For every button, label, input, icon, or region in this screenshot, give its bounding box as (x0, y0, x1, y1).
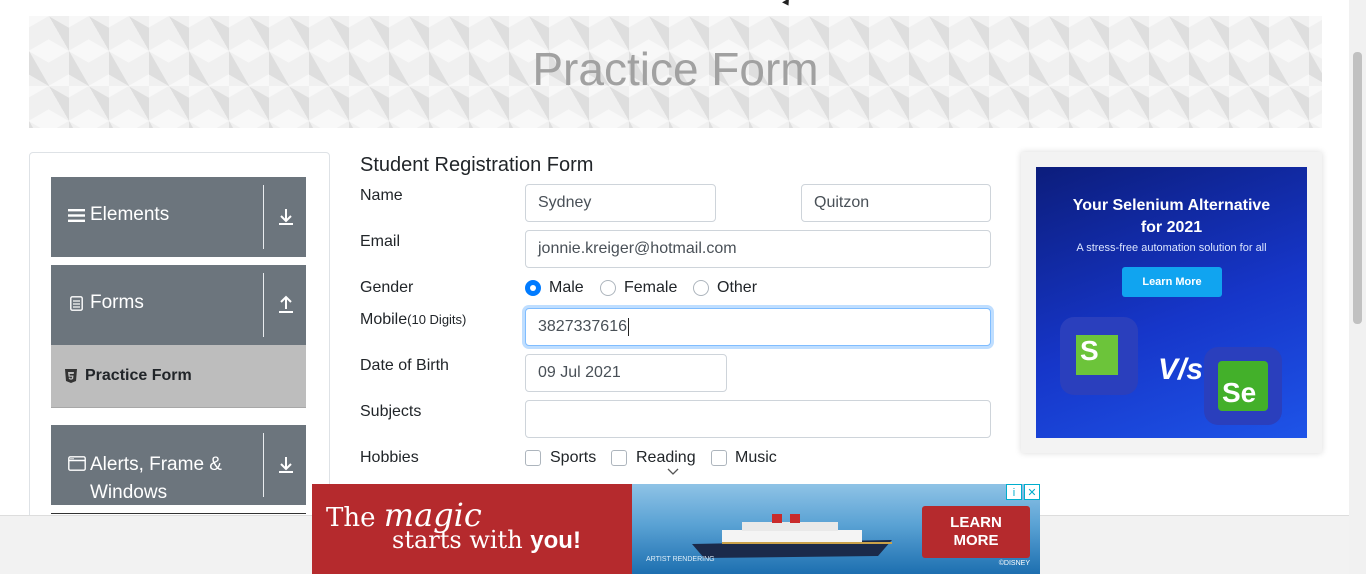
hobby-music-label[interactable]: Music (735, 449, 777, 467)
hobbies-label: Hobbies (360, 449, 419, 466)
katalon-logo: S (1060, 317, 1138, 395)
mouse-cursor-icon (782, 0, 792, 8)
gender-female-label[interactable]: Female (624, 279, 677, 297)
dob-label: Date of Birth (360, 357, 449, 374)
ad-image-panel: LEARN MORE ARTIST RENDERING ©DISNEY (632, 484, 1040, 574)
divider (263, 433, 264, 497)
info-icon[interactable]: i (1006, 484, 1022, 500)
hobby-reading-checkbox[interactable] (611, 450, 627, 466)
text-caret (627, 317, 629, 336)
page-title: Practice Form (532, 43, 819, 95)
hobby-sports-checkbox[interactable] (525, 450, 541, 466)
hamburger-icon (68, 209, 85, 222)
ad-text: starts with (392, 526, 531, 554)
learn-more-button[interactable]: LEARN MORE (922, 506, 1030, 558)
ad-text-panel: The magic starts with you! (312, 484, 632, 574)
hobby-music-checkbox[interactable] (711, 450, 727, 466)
email-label: Email (360, 233, 401, 250)
ad-copyright: ©DISNEY (998, 560, 1030, 567)
ad-text: you! (530, 527, 581, 554)
ad-headline-line: starts with you! (392, 526, 581, 555)
bottom-ad[interactable]: The magic starts with you! LEARN MORE AR… (312, 484, 1040, 574)
ad-title: Your Selenium Alternative for 2021 (1036, 195, 1307, 239)
hobby-reading-label[interactable]: Reading (636, 449, 696, 467)
ad-disclaimer: ARTIST RENDERING (646, 556, 715, 563)
subjects-input[interactable] (525, 400, 991, 438)
selenium-logo: Se (1204, 347, 1282, 425)
divider (263, 185, 264, 249)
window-icon (68, 456, 86, 471)
upload-arrow-icon[interactable] (276, 295, 296, 315)
form-title: Student Registration Form (360, 154, 594, 176)
cta-line: MORE (953, 532, 999, 549)
cruise-ship-image (692, 514, 892, 558)
sidebar-group-elements[interactable]: Elements (51, 177, 306, 257)
scrollbar-thumb[interactable] (1353, 52, 1362, 324)
email-input[interactable]: jonnie.kreiger@hotmail.com (525, 230, 991, 268)
ad-title-line: Your Selenium Alternative (1072, 197, 1271, 214)
practice-form-page: Practice Form Elements Forms Practice Fo… (0, 0, 1366, 574)
gender-male-label[interactable]: Male (549, 279, 584, 297)
gender-other-radio[interactable] (693, 280, 709, 296)
cta-line: LEARN (950, 514, 1002, 531)
page-banner: Practice Form (29, 16, 1322, 128)
last-name-input[interactable]: Quitzon (801, 184, 991, 222)
gender-female-radio[interactable] (600, 280, 616, 296)
sidebar-group-label: Elements (90, 204, 170, 225)
mobile-label-text: Mobile (360, 311, 408, 328)
name-label: Name (360, 187, 403, 204)
mobile-label: Mobile(10 Digits) (360, 311, 466, 329)
side-ad[interactable]: Your Selenium Alternative for 2021 A str… (1036, 167, 1307, 438)
gender-male-radio[interactable] (525, 280, 541, 296)
logo-letter: S (1080, 335, 1099, 366)
first-name-input[interactable]: Sydney (525, 184, 716, 222)
sidebar: Elements Forms Practice Form Alerts, Fra… (29, 152, 330, 532)
label-line: Windows (90, 482, 168, 503)
subjects-label: Subjects (360, 403, 422, 420)
ad-title-line: for 2021 (1140, 219, 1203, 236)
gender-other-label[interactable]: Other (717, 279, 757, 297)
download-arrow-icon[interactable] (276, 455, 296, 475)
sidebar-item-practice-form[interactable]: Practice Form (51, 345, 306, 408)
ad-controls: i ✕ (1004, 484, 1040, 500)
page-scrollbar[interactable] (1349, 0, 1366, 574)
mobile-value: 3827337616 (538, 318, 627, 335)
sidebar-group-forms[interactable]: Forms (51, 265, 306, 345)
divider (263, 273, 264, 337)
chevron-down-icon[interactable] (667, 468, 679, 476)
ad-text: The (326, 503, 384, 533)
sidebar-group-label: Alerts, Frame & Windows (90, 451, 222, 507)
date-of-birth-input[interactable]: 09 Jul 2021 (525, 354, 727, 392)
gender-label: Gender (360, 279, 414, 296)
label-line: Alerts, Frame & (90, 454, 222, 475)
document-icon (70, 296, 83, 311)
ad-subtitle: A stress-free automation solution for al… (1076, 242, 1267, 254)
mobile-input[interactable]: 3827337616 (525, 308, 991, 346)
versus-text: V/s (1158, 353, 1204, 386)
mobile-hint: (10 Digits) (407, 312, 467, 327)
hobby-sports-label[interactable]: Sports (550, 449, 596, 467)
learn-more-button[interactable]: Learn More (1122, 267, 1222, 297)
sidebar-group-alerts-frame-windows[interactable]: Alerts, Frame & Windows (51, 425, 306, 505)
divider (51, 513, 306, 514)
download-arrow-icon[interactable] (276, 207, 296, 227)
sidebar-group-label: Forms (90, 292, 144, 313)
sidebar-item-label: Practice Form (85, 367, 192, 384)
html5-icon (65, 369, 77, 383)
logo-letter: Se (1222, 377, 1257, 408)
close-icon[interactable]: ✕ (1024, 484, 1040, 500)
